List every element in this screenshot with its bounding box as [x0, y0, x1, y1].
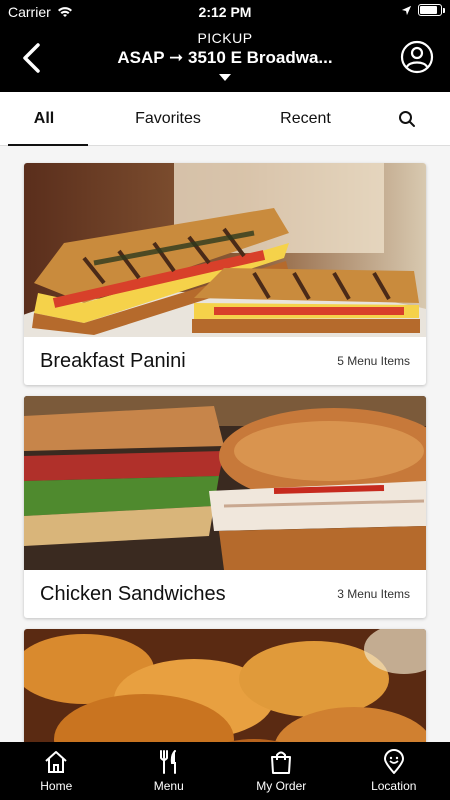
bottom-nav: Home Menu My Order Location	[0, 742, 450, 800]
user-icon	[400, 40, 434, 74]
category-card-breakfast-panini[interactable]: Breakfast Panini 5 Menu Items	[24, 163, 426, 385]
status-time: 2:12 PM	[198, 4, 252, 20]
category-tabs: All Favorites Recent	[0, 92, 450, 147]
category-item-count: 3 Menu Items	[337, 587, 410, 601]
header: PICKUP ASAP ➞ 3510 E Broadwa...	[0, 24, 450, 92]
nav-menu-label: Menu	[153, 779, 184, 793]
location-arrow-icon	[401, 5, 412, 15]
nav-home-label: Home	[40, 779, 73, 793]
chevron-left-icon	[23, 43, 40, 73]
nav-menu[interactable]: Menu	[113, 742, 226, 800]
status-bar: Carrier 2:12 PM	[0, 0, 450, 24]
nav-location[interactable]: Location	[338, 742, 450, 800]
battery-icon	[418, 4, 445, 16]
category-list: Breakfast Panini 5 Menu Items Chicken Sa…	[0, 146, 450, 742]
tab-all[interactable]: All	[0, 92, 88, 147]
tab-recent[interactable]: Recent	[248, 92, 363, 146]
chevron-down-icon	[219, 74, 231, 81]
search-button[interactable]	[363, 92, 450, 146]
home-icon	[45, 751, 67, 773]
bag-icon	[271, 751, 292, 774]
chips-image	[24, 629, 426, 742]
location-selector[interactable]: PICKUP ASAP ➞ 3510 E Broadwa...	[80, 30, 370, 86]
search-icon	[398, 110, 415, 127]
pickup-location: ASAP ➞ 3510 E Broadwa...	[117, 48, 333, 67]
category-title: Chicken Sandwiches	[40, 582, 226, 605]
pickup-label: PICKUP	[197, 30, 253, 46]
category-title: Breakfast Panini	[40, 349, 186, 372]
breakfast-panini-image	[24, 163, 426, 337]
chicken-sandwiches-image	[24, 396, 426, 570]
tab-favorites[interactable]: Favorites	[88, 92, 248, 146]
category-card-chips[interactable]	[24, 629, 426, 742]
nav-home[interactable]: Home	[0, 742, 113, 800]
nav-my-order[interactable]: My Order	[225, 742, 338, 800]
location-pin-icon	[383, 749, 404, 774]
category-card-chicken-sandwiches[interactable]: Chicken Sandwiches 3 Menu Items	[24, 396, 426, 618]
nav-location-label: Location	[371, 779, 417, 793]
fork-knife-icon	[159, 750, 176, 774]
category-item-count: 5 Menu Items	[337, 354, 410, 368]
nav-my-order-label: My Order	[256, 779, 307, 793]
account-button[interactable]	[400, 40, 434, 74]
back-button[interactable]	[16, 38, 46, 78]
